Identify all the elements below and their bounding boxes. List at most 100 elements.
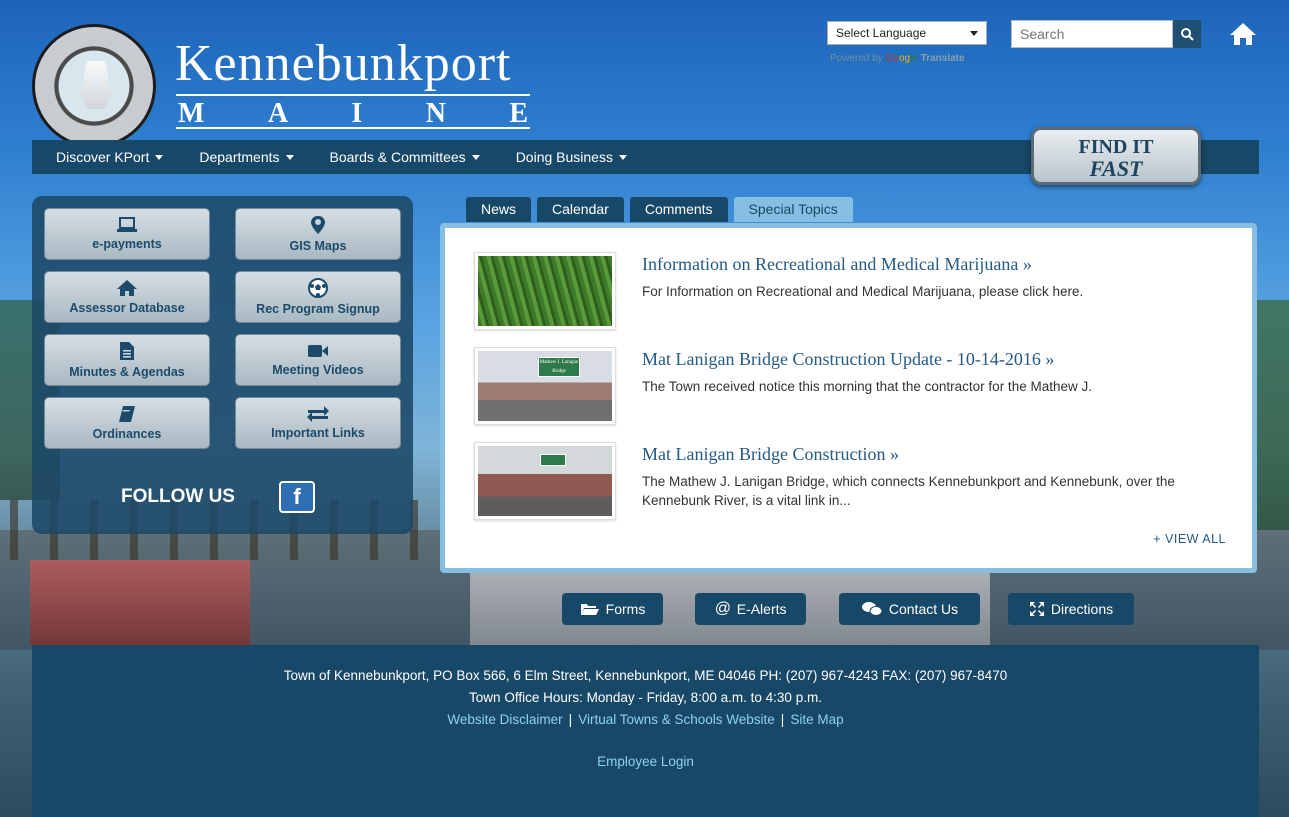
document-icon [120, 342, 134, 360]
state-letter: N [425, 98, 446, 129]
find-it-line2: FAST [1089, 156, 1143, 181]
button-label: Minutes & Agendas [69, 365, 185, 379]
find-it-fast-button[interactable]: FIND IT FAST [1031, 127, 1201, 185]
google-logo: le [910, 53, 918, 64]
button-label: e-payments [92, 237, 162, 251]
map-marker-icon [311, 216, 325, 234]
news-item: Information on Recreational and Medical … [474, 252, 1234, 332]
nav-label: Discover KPort [56, 149, 150, 165]
news-title-link[interactable]: Mat Lanigan Bridge Construction » [642, 444, 899, 465]
exchange-arrows-icon [307, 406, 329, 422]
home-button[interactable] [1227, 20, 1259, 48]
forms-button[interactable]: Forms [562, 593, 663, 625]
language-select-value: Select Language [836, 26, 927, 40]
news-thumbnail[interactable] [474, 252, 616, 330]
bridge-sign [540, 454, 566, 466]
powered-by-text: Powered by [830, 53, 883, 64]
ship-emblem [81, 61, 111, 109]
at-sign-icon: @ [714, 600, 731, 617]
website-disclaimer-link[interactable]: Website Disclaimer [447, 712, 562, 727]
search-input[interactable] [1011, 20, 1173, 48]
news-summary: The Town received notice this morning th… [642, 379, 1092, 394]
important-links-button[interactable]: Important Links [235, 397, 401, 449]
view-all-link[interactable]: + VIEW ALL [1153, 532, 1226, 546]
soccer-ball-icon [308, 278, 328, 298]
book-icon [119, 406, 135, 422]
google-logo: Go [885, 53, 899, 64]
separator: | [568, 712, 573, 727]
button-label: Rec Program Signup [256, 302, 380, 316]
home-icon [1230, 23, 1256, 45]
button-label: GIS Maps [289, 239, 347, 253]
folder-open-icon [580, 604, 599, 615]
button-label: Forms [605, 601, 646, 617]
nav-departments[interactable]: Departments [199, 149, 294, 165]
nav-label: Departments [199, 149, 280, 165]
news-thumbnail[interactable] [474, 442, 616, 520]
nav-label: Doing Business [515, 149, 613, 165]
nav-boards-committees[interactable]: Boards & Committees [330, 149, 480, 165]
expand-arrows-icon [1029, 602, 1044, 616]
gis-maps-button[interactable]: GIS Maps [235, 208, 401, 260]
bridge-sign-image: Mathew J. Lanigan Bridge [478, 351, 612, 421]
employee-login-link[interactable]: Employee Login [597, 754, 694, 769]
minutes-agendas-button[interactable]: Minutes & Agendas [44, 334, 210, 386]
button-label: Meeting Videos [272, 363, 364, 377]
directions-button[interactable]: Directions [1008, 593, 1134, 625]
plants-image [478, 256, 612, 326]
find-it-line1: FIND IT [1078, 136, 1154, 158]
rec-program-signup-button[interactable]: Rec Program Signup [235, 271, 401, 323]
search-button[interactable] [1173, 20, 1201, 48]
chevron-down-icon [155, 154, 164, 160]
news-title-link[interactable]: Information on Recreational and Medical … [642, 254, 1032, 275]
town-seal-logo[interactable] [32, 24, 156, 148]
google-logo: og [898, 53, 911, 64]
translate-label[interactable]: Translate [921, 53, 965, 64]
nav-discover-kport[interactable]: Discover KPort [56, 149, 164, 165]
news-item: Mat Lanigan Bridge Construction » The Ma… [474, 442, 1234, 522]
assessor-database-button[interactable]: Assessor Database [44, 271, 210, 323]
google-translate-credit: Powered by Google Translate [830, 53, 965, 64]
chevron-down-icon [618, 154, 627, 160]
news-summary: The Mathew J. Lanigan Bridge, which conn… [642, 474, 1175, 508]
separator: | [780, 712, 785, 727]
tab-comments[interactable]: Comments [629, 197, 728, 222]
background-red-house [30, 560, 250, 645]
button-label: E-Alerts [736, 601, 787, 617]
site-footer: Town of Kennebunkport, PO Box 566, 6 Elm… [32, 645, 1259, 817]
button-label: Ordinances [92, 427, 162, 441]
site-map-link[interactable]: Site Map [790, 712, 843, 727]
home-icon [117, 280, 137, 296]
contact-us-button[interactable]: Contact Us [839, 593, 980, 625]
virtual-towns-schools-link[interactable]: Virtual Towns & Schools Website [578, 712, 775, 727]
chat-bubbles-icon [861, 602, 883, 616]
nav-doing-business[interactable]: Doing Business [516, 149, 627, 165]
ordinances-button[interactable]: Ordinances [44, 397, 210, 449]
button-label: Contact Us [888, 601, 959, 617]
facebook-glyph: f [293, 484, 301, 509]
tab-news[interactable]: News [466, 197, 532, 222]
title-rule [176, 127, 530, 129]
language-select[interactable]: Select Language [827, 21, 987, 45]
bridge-road-image [478, 446, 612, 516]
state-letter: A [267, 98, 289, 129]
facebook-icon[interactable]: f [279, 481, 315, 513]
meeting-videos-button[interactable]: Meeting Videos [235, 334, 401, 386]
tab-calendar[interactable]: Calendar [537, 197, 624, 222]
video-camera-icon [308, 345, 328, 357]
e-payments-button[interactable]: e-payments [44, 208, 210, 260]
news-thumbnail[interactable]: Mathew J. Lanigan Bridge [474, 347, 616, 425]
footer-address: Town of Kennebunkport, PO Box 566, 6 Elm… [283, 668, 1008, 683]
state-letter: M [178, 98, 205, 129]
nav-label: Boards & Committees [329, 149, 466, 165]
e-alerts-button[interactable]: @ E-Alerts [695, 593, 806, 625]
state-letter: I [351, 98, 363, 129]
chevron-down-icon [471, 154, 480, 160]
content-tabs: News Calendar Comments Special Topics [466, 197, 853, 222]
news-item: Mathew J. Lanigan Bridge Mat Lanigan Bri… [474, 347, 1234, 427]
chevron-down-icon [970, 30, 978, 36]
news-title-link[interactable]: Mat Lanigan Bridge Construction Update -… [642, 349, 1054, 370]
tab-special-topics[interactable]: Special Topics [733, 197, 853, 222]
laptop-icon [117, 217, 137, 232]
site-title[interactable]: Kennebunkport [175, 34, 511, 93]
